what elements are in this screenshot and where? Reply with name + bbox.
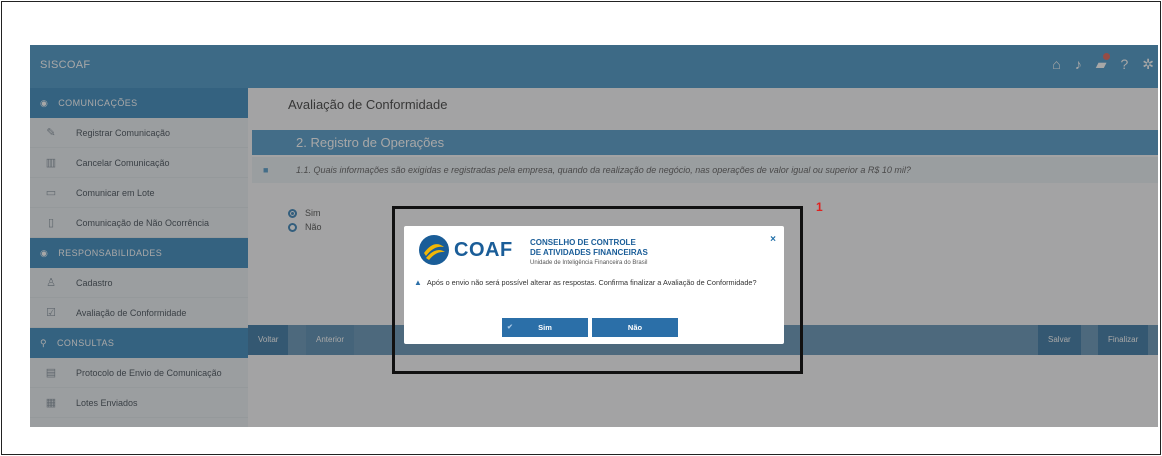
close-icon[interactable]: × — [770, 234, 776, 245]
warning-icon: ▲ — [414, 278, 422, 287]
org-line-2: DE ATIVIDADES FINANCEIRAS — [530, 248, 648, 257]
dialog-message: ▲ Após o envio não será possível alterar… — [414, 278, 757, 287]
no-button-label: Não — [627, 323, 643, 332]
check-icon: ✔ — [507, 324, 513, 331]
yes-button[interactable]: ✔ Sim — [502, 318, 588, 337]
org-name: CONSELHO DE CONTROLE DE ATIVIDADES FINAN… — [530, 238, 648, 268]
no-button[interactable]: Não — [592, 318, 678, 337]
coaf-logo: COAF — [418, 234, 513, 266]
coaf-logo-text: COAF — [454, 238, 513, 261]
confirm-dialog: COAF CONSELHO DE CONTROLE DE ATIVIDADES … — [404, 226, 784, 344]
yes-button-label: Sim — [538, 323, 552, 332]
org-line-1: CONSELHO DE CONTROLE — [530, 238, 636, 247]
annotation-step-number: 1 — [816, 200, 823, 214]
dialog-message-text: Após o envio não será possível alterar a… — [426, 278, 757, 287]
coaf-logo-icon — [419, 235, 449, 265]
org-line-3: Unidade de Inteligência Financeira do Br… — [530, 260, 648, 266]
